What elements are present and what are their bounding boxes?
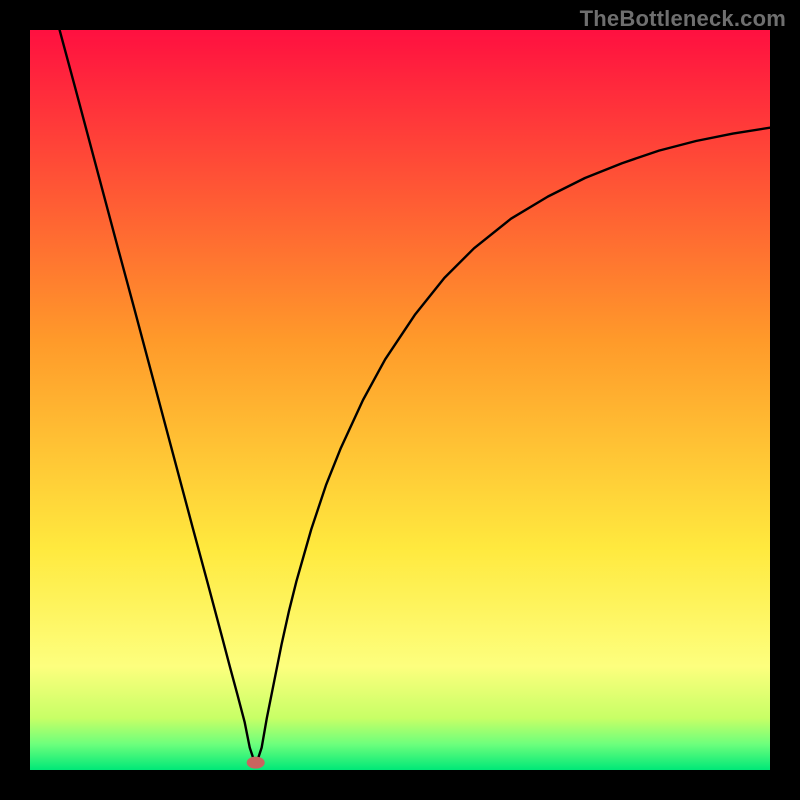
gradient-background bbox=[30, 30, 770, 770]
bottleneck-chart bbox=[30, 30, 770, 770]
watermark-text: TheBottleneck.com bbox=[580, 6, 786, 32]
plot-area bbox=[30, 30, 770, 770]
optimal-point-marker bbox=[247, 757, 265, 769]
chart-frame: TheBottleneck.com bbox=[0, 0, 800, 800]
